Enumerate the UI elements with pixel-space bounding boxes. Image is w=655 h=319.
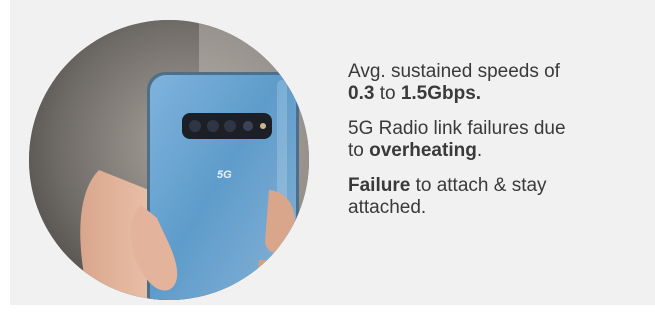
speed-max: 1.5Gbps. — [400, 83, 482, 104]
bullet-overheating-line1: 5G Radio link failures due — [348, 118, 566, 139]
bullet-overheating-line2: to overheating. — [348, 140, 638, 162]
speed-min: 0.3 — [348, 83, 375, 104]
attach-rest: to attach & stay — [410, 175, 547, 196]
bullet-overheating: 5G Radio link failures due to overheatin… — [348, 118, 638, 162]
bullet-attach: Failure to attach & stay attached. — [348, 175, 638, 219]
5g-mark: 5G — [217, 169, 232, 181]
bullet-attach-line1: Failure to attach & stay — [348, 175, 638, 197]
phone-in-hand-image: 5G — [29, 20, 309, 300]
failure-word: Failure — [348, 175, 411, 196]
bullet-speeds-line2: 0.3 to 1.5Gbps. — [348, 83, 638, 105]
overheating-pre: to — [348, 140, 370, 161]
bullet-list: Avg. sustained speeds of 0.3 to 1.5Gbps.… — [348, 61, 638, 232]
bullet-speeds: Avg. sustained speeds of 0.3 to 1.5Gbps. — [348, 61, 638, 105]
phone-photo: 5G — [29, 20, 309, 300]
slide: 5G Avg. sustained speeds of 0.3 to 1.5Gb… — [0, 0, 655, 319]
speed-to: to — [374, 83, 401, 104]
overheating-word: overheating — [369, 140, 477, 161]
bullet-attach-line2: attached. — [348, 197, 427, 218]
overheating-post: . — [476, 140, 483, 161]
bullet-speeds-line1: Avg. sustained speeds of — [348, 61, 560, 82]
